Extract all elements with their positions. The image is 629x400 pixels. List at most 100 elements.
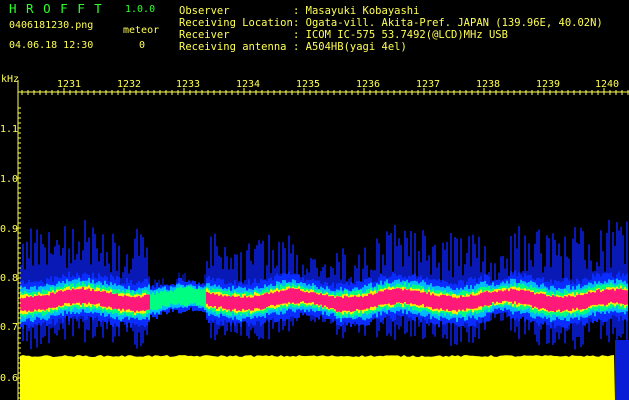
spectrum-band [206,291,208,304]
spectrum-band [540,293,542,309]
spectrum-band [122,296,124,309]
spectrum-band [416,290,418,306]
spectrum-band [258,296,260,309]
spectrum-band [168,291,170,307]
datetime: 04.06.18 12:30 [9,40,94,51]
x-tick-label: 1233 [176,79,201,90]
spectrum-band [46,294,48,310]
spectrum-band [140,297,142,311]
spectrum-band [296,288,298,304]
spectrum-band [268,294,270,307]
spectrum-band [166,292,168,307]
spectrum-band [492,291,494,302]
spectrum-band [614,290,616,304]
spectrum-band [264,293,266,309]
info-value: : Masayuki Kobayashi [293,5,420,17]
spectrum-band [280,290,282,305]
meteor-label: meteor [123,25,160,36]
spectrum-band [34,296,36,310]
spectrum-band [176,287,178,305]
spectrum-band [356,296,358,309]
spectrum-band [136,296,138,311]
spectrum-band [106,292,108,308]
spectrum-band [138,295,140,312]
spectrum-band [320,293,322,305]
spectrum-band [202,289,204,306]
spectrum-band [588,291,590,307]
spectrum-band [250,297,252,311]
spectrum-band [598,289,600,305]
spectrum-band [374,293,376,307]
spectrum-band [530,292,532,306]
spectrum-band [560,296,562,313]
spectrum-band [174,290,176,305]
spectrum-band [488,292,490,306]
spectrum-band [382,291,384,305]
spectrum-band [116,293,118,310]
spectrum-band [532,291,534,309]
spectrum-band [554,296,556,312]
spectrum-band [118,295,120,309]
y-tick-label: 0.8 [0,273,19,284]
spectrum-band [450,296,452,312]
spectrum-band [590,292,592,306]
spectrum-band [448,295,450,312]
spectrum-band [574,297,576,311]
spectrum-band [398,288,400,303]
spectrum-band [76,289,78,303]
spectrum-band [312,292,314,303]
spectrum-band [418,290,420,306]
spectrum-band [108,293,110,307]
spectrum-band [618,289,620,304]
spectrum-band [478,294,480,307]
spectrum-band [522,289,524,305]
spectrum-band [550,296,552,311]
spectrum-band [490,292,492,305]
spectrum-band [474,295,476,309]
spectrum-band [328,296,330,309]
spectrum-band [124,295,126,311]
spectrum-band [210,294,212,307]
spectrum-band [232,295,234,310]
spectrum-band [576,295,578,308]
spectrum-band [48,295,50,308]
x-tick-label: 1239 [536,79,561,90]
spectrum-band [132,296,134,311]
spectrum-band [236,296,238,311]
y-tick-label: 0.9 [0,224,19,235]
spectrum-band [386,289,388,305]
spectrum-band [626,290,628,305]
spectrogram [17,80,629,400]
spectrum-band [164,290,166,307]
spectrum-band [594,292,596,305]
spectrum-band [306,291,308,304]
spectrum-band [366,295,368,309]
spectrum-band [218,295,220,308]
spectrum-band [270,292,272,305]
spectrum-band [198,288,200,306]
x-tick-label: 1231 [57,79,82,90]
spectrum-band [392,289,394,305]
spectrum-band [228,295,230,310]
spectrum-band [512,289,514,304]
spectrum-band [60,290,62,307]
spectrum-band [100,291,102,307]
spectrum-band [426,293,428,307]
spectrum-band [408,289,410,305]
spectrum-band [178,287,180,304]
x-tick-label: 1232 [117,79,142,90]
spectrum-band [326,294,328,308]
spectrum-band [266,292,268,308]
spectrum-band [608,289,610,303]
spectrum-band [22,298,24,311]
spectrum-band [158,293,160,309]
spectrum-band [368,293,370,309]
spectrum-band [334,297,336,310]
edge-noise [615,340,629,400]
spectrum-band [84,289,86,304]
spectrum-band [192,288,194,304]
spectrum-band [92,288,94,305]
spectrum-band [454,297,456,311]
spectrum-band [580,295,582,310]
spectrum-band [152,292,154,311]
